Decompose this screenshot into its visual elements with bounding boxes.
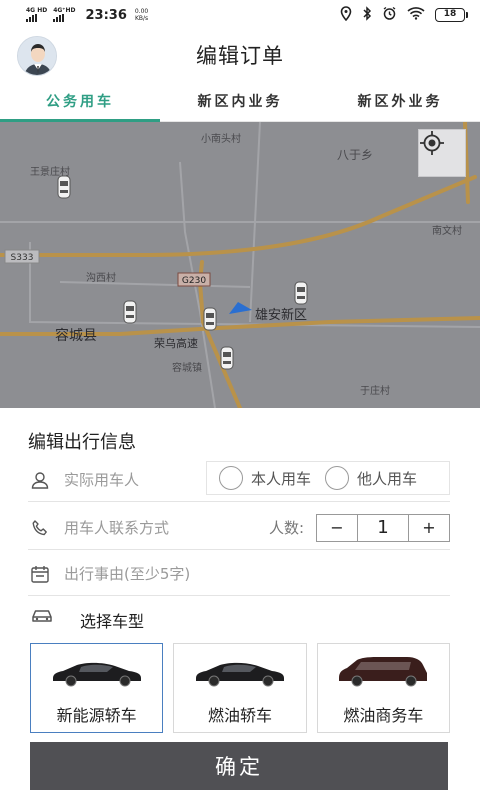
map-label-s333: S333 — [11, 253, 34, 263]
car-marker-icon[interactable] — [123, 300, 137, 324]
alarm-icon — [382, 6, 397, 25]
car-option-name: 燃油商务车 — [343, 706, 424, 725]
car-marker-icon[interactable] — [203, 307, 217, 331]
calendar-icon — [28, 564, 52, 584]
wifi-icon — [407, 6, 425, 24]
map-view[interactable]: S333 G230 小南头村 八于乡 王景庄村 南文村 沟西村 容城县 雄安新区… — [0, 122, 480, 408]
car-type-label: 选择车型 — [80, 612, 145, 631]
battery-level: 18 — [435, 8, 465, 22]
map-label-goux: 沟西村 — [86, 271, 116, 284]
passenger-input[interactable]: 实际用车人 — [64, 469, 139, 490]
sedan-icon — [195, 662, 284, 687]
speed-unit: KB/s — [134, 15, 149, 22]
contact-input[interactable]: 用车人联系方式 — [64, 517, 169, 538]
car-marker-icon[interactable] — [220, 346, 234, 370]
car-option-fuel-sedan[interactable]: 燃油轿车 — [173, 643, 307, 733]
person-icon — [28, 470, 52, 490]
status-bar: 4G HD 4G⁺HD 23:36 0.00 KB/s 18 — [0, 0, 480, 30]
people-counter: 人数: − 1 + — [268, 513, 450, 542]
user-location-arrow-icon — [229, 302, 252, 314]
page-title: 编辑订单 — [196, 44, 284, 68]
people-label: 人数: — [268, 519, 304, 537]
map-label-rongcheng-town: 容城镇 — [172, 361, 202, 374]
car-option-ev-sedan[interactable]: 新能源轿车 — [30, 643, 164, 733]
car-type-options: 新能源轿车 燃油轿车 燃油商务车 — [30, 643, 450, 733]
network-speed: 0.00 KB/s — [135, 8, 148, 22]
signal-icon-2: 4G⁺HD — [53, 8, 75, 22]
battery-icon: 18 — [435, 8, 468, 22]
locate-me-button[interactable] — [418, 129, 466, 177]
map-label-bazi: 八于乡 — [337, 148, 373, 162]
reason-row: 出行事由(至少5字) — [28, 552, 450, 596]
phone-icon — [28, 519, 52, 537]
bluetooth-icon — [362, 5, 372, 25]
location-icon — [340, 5, 352, 25]
people-stepper: − 1 + — [316, 513, 450, 542]
radio-self-label: 本人用车 — [251, 469, 312, 488]
increment-button[interactable]: + — [409, 515, 449, 541]
radio-self[interactable]: 本人用车 — [219, 466, 311, 490]
car-marker-icon[interactable] — [57, 175, 71, 199]
passenger-row: 实际用车人 本人用车 他人用车 — [28, 458, 450, 502]
header: 编辑订单 — [0, 30, 480, 80]
tab-official-car[interactable]: 公务用车 — [0, 80, 160, 122]
radio-circle-icon[interactable] — [219, 466, 243, 490]
contact-row: 用车人联系方式 人数: − 1 + — [28, 506, 450, 550]
sedan-icon — [52, 662, 141, 687]
car-marker-icon[interactable] — [294, 281, 308, 305]
reason-input[interactable]: 出行事由(至少5字) — [64, 563, 190, 584]
map-label-xiaonan: 小南头村 — [201, 132, 241, 145]
map-label-xiongan: 雄安新区 — [255, 307, 307, 323]
section-title: 编辑出行信息 — [28, 432, 136, 453]
speed-value: 0.00 — [134, 8, 149, 15]
map-label-rongwu: 荣乌高速 — [154, 336, 198, 350]
mpv-icon — [339, 657, 428, 687]
map-label-nanwen: 南文村 — [432, 224, 462, 237]
car-option-fuel-mpv[interactable]: 燃油商务车 — [316, 643, 450, 733]
radio-circle-icon[interactable] — [325, 466, 350, 490]
confirm-button[interactable]: 确定 — [30, 742, 448, 790]
radio-other-label: 他人用车 — [357, 469, 418, 488]
car-option-name: 燃油轿车 — [207, 706, 272, 725]
signal-icon-1: 4G HD — [26, 8, 47, 22]
tab-bar: 公务用车 新区内业务 新区外业务 — [0, 80, 480, 122]
decrement-button[interactable]: − — [317, 515, 357, 541]
map-label-yuzhuang: 于庄村 — [360, 384, 390, 397]
map-label-rongcheng-county: 容城县 — [55, 327, 97, 344]
trip-info-form: 编辑出行信息 实际用车人 本人用车 他人用车 用车人联系方式 人数: − 1 +… — [0, 408, 480, 800]
locate-icon — [420, 131, 444, 155]
car-icon — [30, 606, 54, 628]
clock: 23:36 — [85, 7, 127, 23]
people-count[interactable]: 1 — [357, 514, 409, 541]
tab-inside-new-area[interactable]: 新区内业务 — [160, 80, 320, 121]
car-option-name: 新能源轿车 — [56, 706, 137, 725]
radio-other[interactable]: 他人用车 — [325, 466, 417, 490]
passenger-type-selector: 本人用车 他人用车 — [206, 461, 450, 495]
tab-outside-new-area[interactable]: 新区外业务 — [320, 80, 480, 121]
avatar[interactable] — [17, 36, 57, 76]
map-label-g230: G230 — [182, 276, 206, 286]
